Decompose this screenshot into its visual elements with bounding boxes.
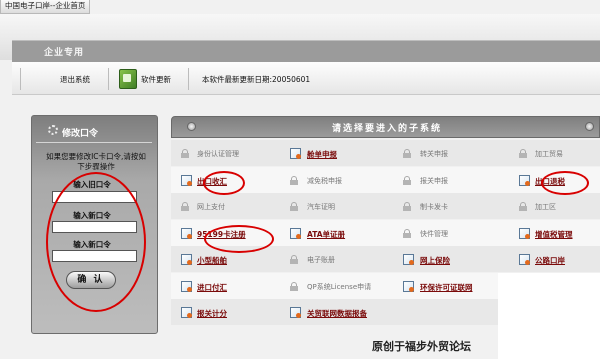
banner-title: 企业专用	[44, 48, 85, 58]
toolbar-separator	[188, 68, 189, 90]
panel-divider	[36, 142, 152, 143]
lock-icon	[519, 202, 527, 211]
subsystem-link[interactable]: 小型船舶	[197, 255, 227, 266]
subsystem-link[interactable]: 网上保险	[420, 255, 450, 266]
subsystem-link: 身份认证管理	[197, 150, 239, 158]
document-icon	[403, 280, 414, 292]
lock-icon	[403, 202, 411, 211]
lock-icon	[519, 149, 527, 158]
toolbar: 退出系统 软件更新 本软件最新更新日期:20050601	[12, 62, 600, 95]
subsystem-link[interactable]: 舱单申报	[307, 149, 337, 160]
subsystem-link[interactable]: ATA单证册	[307, 229, 345, 240]
subsystem-link[interactable]: 进口付汇	[197, 282, 227, 293]
red-highlight-circle	[203, 171, 245, 195]
lock-icon	[290, 255, 298, 264]
subsystem-link: 电子账册	[307, 256, 335, 264]
subsystem-link[interactable]: 报关计分	[197, 308, 227, 319]
subsystem-link: 报关申报	[420, 176, 448, 185]
exit-system-button[interactable]: 退出系统	[60, 74, 90, 85]
subsystem-link: 转关申报	[420, 150, 448, 158]
screw-icon	[585, 122, 594, 131]
document-icon	[181, 227, 192, 239]
document-icon	[519, 174, 530, 186]
banner	[12, 40, 600, 63]
subsystem-link[interactable]: 公路口岸	[535, 255, 565, 266]
gear-icon	[48, 125, 58, 135]
subsystem-link[interactable]: 环保许可证联网	[420, 282, 473, 293]
document-icon	[290, 307, 301, 318]
document-icon	[403, 254, 414, 265]
document-icon	[519, 227, 530, 239]
screw-icon	[187, 122, 196, 131]
red-highlight-circle	[204, 225, 274, 253]
lock-icon	[403, 175, 411, 185]
document-icon	[181, 254, 192, 265]
subsystem-link: 制卡发卡	[420, 203, 448, 211]
document-icon	[290, 148, 301, 159]
subsystem-link: 汽车证明	[307, 203, 335, 211]
change-password-description: 如果您要修改IC卡口令,请按如下步骤操作	[46, 152, 146, 171]
subsystem-link: 减免税申报	[307, 176, 342, 185]
subsystem-link: QP系统License申请	[307, 282, 372, 291]
change-password-title: 修改口令	[62, 129, 99, 139]
window-tab[interactable]: 中国电子口岸--企业首页	[0, 0, 91, 14]
white-overlay	[498, 273, 600, 359]
red-highlight-oval	[46, 172, 146, 312]
watermark-text: 原创于福步外贸论坛	[372, 340, 471, 353]
subsystem-link: 加工区	[535, 203, 556, 211]
lock-icon	[290, 202, 298, 211]
toolbar-separator	[20, 68, 21, 90]
subsystem-link[interactable]: 关贸联网数据报备	[307, 308, 367, 319]
version-date-label: 本软件最新更新日期:20050601	[202, 75, 311, 84]
subsystem-title: 请选择要进入的子系统	[332, 124, 443, 134]
lock-icon	[403, 228, 411, 238]
document-icon	[290, 227, 301, 239]
software-update-button[interactable]: 软件更新	[141, 74, 171, 85]
subsystem-link: 网上支付	[197, 203, 225, 211]
lock-icon	[403, 149, 411, 158]
lock-icon	[181, 202, 189, 211]
lock-icon	[181, 149, 189, 158]
document-icon	[181, 307, 192, 318]
subsystem-link: 加工贸易	[535, 150, 563, 158]
lock-icon	[290, 281, 298, 291]
subsystem-link[interactable]: 增值税管理	[535, 229, 573, 240]
toolbar-separator	[108, 68, 109, 90]
subsystem-link: 快件管理	[420, 229, 448, 238]
lock-icon	[290, 175, 298, 185]
software-update-icon[interactable]	[119, 69, 137, 89]
document-icon	[181, 174, 192, 186]
document-icon	[519, 254, 530, 265]
red-highlight-circle	[541, 171, 589, 195]
document-icon	[181, 280, 192, 292]
